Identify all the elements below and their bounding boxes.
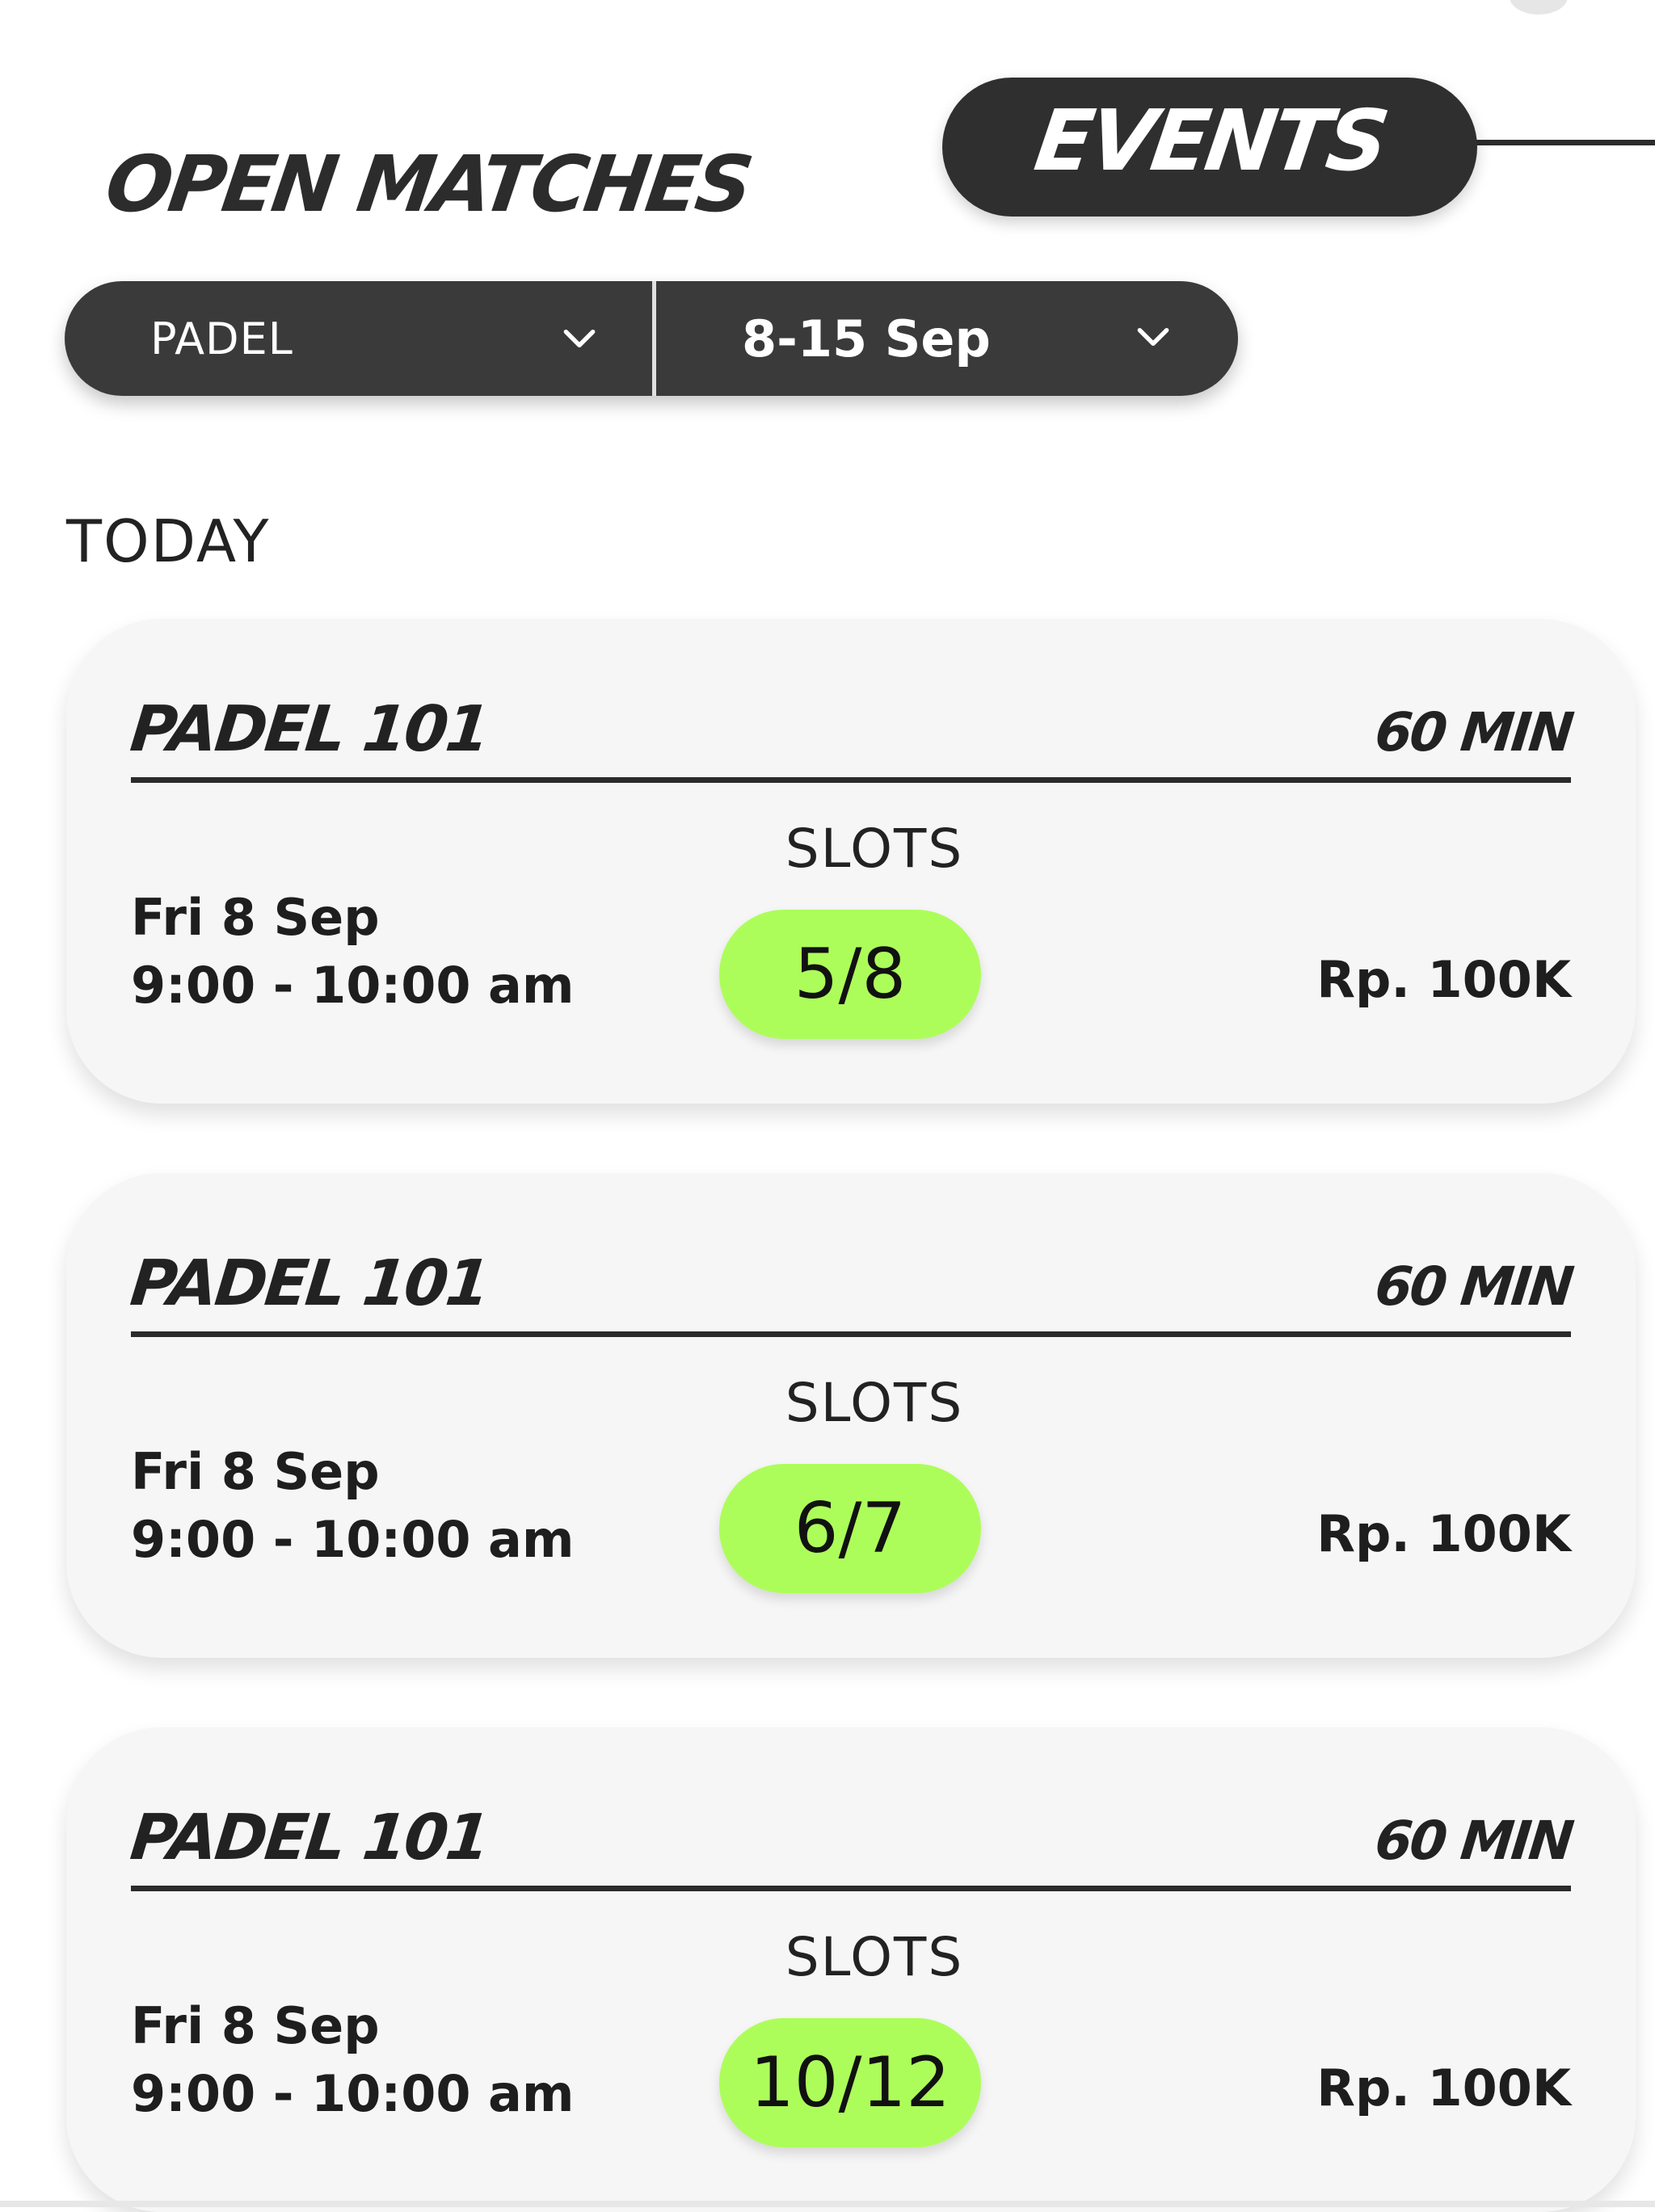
event-card[interactable]: PADEL 101 60 MIN Fri 8 Sep 9:00 - 10:00 … — [66, 619, 1636, 1104]
event-price: Rp. 100K — [1316, 1504, 1571, 1563]
slots-label: SLOTS — [785, 1926, 964, 1988]
events-screen: { "tabs": { "open_matches": "OPEN MATCHE… — [0, 0, 1655, 2212]
sport-filter-dropdown[interactable]: PADEL — [65, 281, 656, 396]
event-duration: 60 MIN — [1371, 701, 1575, 763]
event-card[interactable]: PADEL 101 60 MIN Fri 8 Sep 9:00 - 10:00 … — [66, 1173, 1636, 1658]
slots-badge: 6/7 — [719, 1464, 981, 1593]
event-price: Rp. 100K — [1316, 2059, 1571, 2117]
date-range-filter-dropdown[interactable]: 8-15 Sep — [656, 281, 1238, 396]
card-divider — [131, 777, 1571, 783]
top-partial-element — [1510, 0, 1568, 15]
sport-filter-label: PADEL — [150, 313, 293, 364]
event-datetime: Fri 8 Sep 9:00 - 10:00 am — [131, 1438, 575, 1574]
event-card[interactable]: PADEL 101 60 MIN Fri 8 Sep 9:00 - 10:00 … — [66, 1727, 1636, 2212]
bottom-divider — [0, 2201, 1655, 2207]
event-duration: 60 MIN — [1371, 1255, 1575, 1318]
slots-badge: 5/8 — [719, 910, 981, 1039]
event-datetime: Fri 8 Sep 9:00 - 10:00 am — [131, 884, 575, 1020]
event-datetime: Fri 8 Sep 9:00 - 10:00 am — [131, 1992, 575, 2128]
chevron-down-icon — [563, 329, 596, 348]
card-divider — [131, 1886, 1571, 1891]
card-divider — [131, 1331, 1571, 1337]
event-price: Rp. 100K — [1316, 950, 1571, 1009]
event-duration: 60 MIN — [1371, 1810, 1575, 1872]
filter-bar: PADEL 8-15 Sep — [65, 281, 1238, 396]
section-title: TODAY — [66, 507, 271, 575]
slots-badge: 10/12 — [719, 2018, 981, 2147]
event-date: Fri 8 Sep — [131, 888, 380, 947]
event-time: 9:00 - 10:00 am — [131, 1510, 575, 1569]
slots-label: SLOTS — [785, 818, 964, 880]
event-date: Fri 8 Sep — [131, 1442, 380, 1501]
slots-label: SLOTS — [785, 1372, 964, 1434]
event-date: Fri 8 Sep — [131, 1996, 380, 2055]
event-title: PADEL 101 — [127, 1247, 491, 1320]
tab-events-label: EVENTS — [1029, 91, 1392, 190]
event-title: PADEL 101 — [127, 1802, 491, 1874]
event-time: 9:00 - 10:00 am — [131, 2064, 575, 2123]
chevron-down-icon — [1137, 327, 1169, 347]
event-title: PADEL 101 — [127, 693, 491, 766]
event-time: 9:00 - 10:00 am — [131, 956, 575, 1015]
tab-open-matches[interactable]: OPEN MATCHES — [100, 136, 890, 233]
date-range-filter-label: 8-15 Sep — [742, 309, 991, 368]
tab-events[interactable]: EVENTS — [942, 78, 1477, 217]
